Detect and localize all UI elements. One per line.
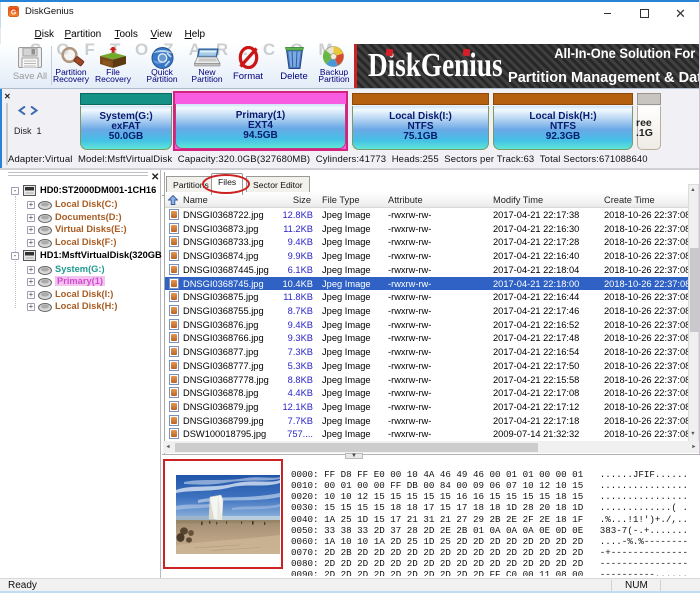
svg-text:G: G (11, 10, 16, 17)
